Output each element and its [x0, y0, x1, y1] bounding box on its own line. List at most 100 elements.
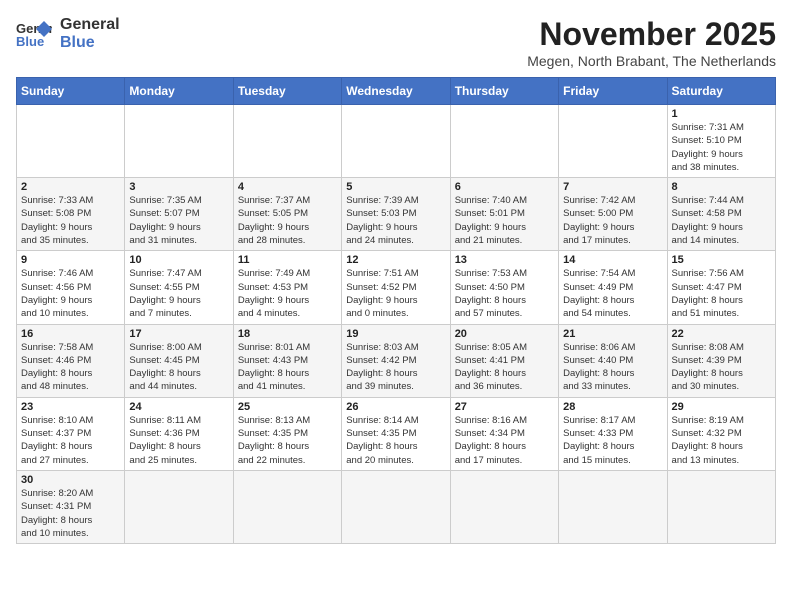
day-info: Sunrise: 7:54 AM Sunset: 4:49 PM Dayligh…	[563, 267, 662, 320]
calendar-week-1: 1Sunrise: 7:31 AM Sunset: 5:10 PM Daylig…	[17, 105, 776, 178]
day-info: Sunrise: 8:01 AM Sunset: 4:43 PM Dayligh…	[238, 341, 337, 394]
calendar-cell	[342, 470, 450, 543]
day-number: 28	[563, 401, 662, 413]
day-number: 8	[672, 181, 771, 193]
calendar-cell: 26Sunrise: 8:14 AM Sunset: 4:35 PM Dayli…	[342, 397, 450, 470]
calendar-cell: 18Sunrise: 8:01 AM Sunset: 4:43 PM Dayli…	[233, 324, 341, 397]
title-block: November 2025 Megen, North Brabant, The …	[527, 16, 776, 69]
calendar-cell: 12Sunrise: 7:51 AM Sunset: 4:52 PM Dayli…	[342, 251, 450, 324]
calendar-cell: 23Sunrise: 8:10 AM Sunset: 4:37 PM Dayli…	[17, 397, 125, 470]
day-info: Sunrise: 7:47 AM Sunset: 4:55 PM Dayligh…	[129, 267, 228, 320]
calendar-cell: 11Sunrise: 7:49 AM Sunset: 4:53 PM Dayli…	[233, 251, 341, 324]
day-number: 2	[21, 181, 120, 193]
weekday-header-monday: Monday	[125, 78, 233, 105]
weekday-header-tuesday: Tuesday	[233, 78, 341, 105]
svg-text:Blue: Blue	[16, 34, 44, 49]
day-info: Sunrise: 8:17 AM Sunset: 4:33 PM Dayligh…	[563, 414, 662, 467]
calendar-cell: 24Sunrise: 8:11 AM Sunset: 4:36 PM Dayli…	[125, 397, 233, 470]
calendar-cell	[233, 470, 341, 543]
day-number: 25	[238, 401, 337, 413]
calendar-cell	[125, 470, 233, 543]
calendar-cell: 25Sunrise: 8:13 AM Sunset: 4:35 PM Dayli…	[233, 397, 341, 470]
logo-blue-text: Blue	[60, 34, 120, 52]
calendar-cell: 21Sunrise: 8:06 AM Sunset: 4:40 PM Dayli…	[559, 324, 667, 397]
day-info: Sunrise: 7:49 AM Sunset: 4:53 PM Dayligh…	[238, 267, 337, 320]
day-info: Sunrise: 7:51 AM Sunset: 4:52 PM Dayligh…	[346, 267, 445, 320]
calendar-cell	[125, 105, 233, 178]
calendar-table: SundayMondayTuesdayWednesdayThursdayFrid…	[16, 77, 776, 544]
day-number: 29	[672, 401, 771, 413]
calendar-cell: 9Sunrise: 7:46 AM Sunset: 4:56 PM Daylig…	[17, 251, 125, 324]
calendar-cell: 19Sunrise: 8:03 AM Sunset: 4:42 PM Dayli…	[342, 324, 450, 397]
calendar-cell: 17Sunrise: 8:00 AM Sunset: 4:45 PM Dayli…	[125, 324, 233, 397]
calendar-cell: 13Sunrise: 7:53 AM Sunset: 4:50 PM Dayli…	[450, 251, 558, 324]
day-info: Sunrise: 7:58 AM Sunset: 4:46 PM Dayligh…	[21, 341, 120, 394]
calendar-cell: 29Sunrise: 8:19 AM Sunset: 4:32 PM Dayli…	[667, 397, 775, 470]
subtitle: Megen, North Brabant, The Netherlands	[527, 53, 776, 69]
month-title: November 2025	[527, 16, 776, 53]
calendar-cell: 4Sunrise: 7:37 AM Sunset: 5:05 PM Daylig…	[233, 178, 341, 251]
calendar-cell: 20Sunrise: 8:05 AM Sunset: 4:41 PM Dayli…	[450, 324, 558, 397]
day-info: Sunrise: 8:11 AM Sunset: 4:36 PM Dayligh…	[129, 414, 228, 467]
day-info: Sunrise: 7:35 AM Sunset: 5:07 PM Dayligh…	[129, 194, 228, 247]
page-header: General Blue General Blue November 2025 …	[16, 16, 776, 69]
day-number: 12	[346, 254, 445, 266]
day-info: Sunrise: 7:44 AM Sunset: 4:58 PM Dayligh…	[672, 194, 771, 247]
day-number: 1	[672, 108, 771, 120]
day-number: 27	[455, 401, 554, 413]
day-info: Sunrise: 7:39 AM Sunset: 5:03 PM Dayligh…	[346, 194, 445, 247]
day-info: Sunrise: 8:14 AM Sunset: 4:35 PM Dayligh…	[346, 414, 445, 467]
day-number: 5	[346, 181, 445, 193]
day-number: 13	[455, 254, 554, 266]
day-info: Sunrise: 8:13 AM Sunset: 4:35 PM Dayligh…	[238, 414, 337, 467]
calendar-cell	[17, 105, 125, 178]
day-number: 21	[563, 328, 662, 340]
calendar-cell: 2Sunrise: 7:33 AM Sunset: 5:08 PM Daylig…	[17, 178, 125, 251]
day-info: Sunrise: 8:08 AM Sunset: 4:39 PM Dayligh…	[672, 341, 771, 394]
calendar-cell: 1Sunrise: 7:31 AM Sunset: 5:10 PM Daylig…	[667, 105, 775, 178]
day-number: 17	[129, 328, 228, 340]
day-number: 23	[21, 401, 120, 413]
day-info: Sunrise: 7:46 AM Sunset: 4:56 PM Dayligh…	[21, 267, 120, 320]
weekday-header-sunday: Sunday	[17, 78, 125, 105]
calendar-cell	[559, 470, 667, 543]
day-number: 4	[238, 181, 337, 193]
day-info: Sunrise: 8:10 AM Sunset: 4:37 PM Dayligh…	[21, 414, 120, 467]
weekday-header-friday: Friday	[559, 78, 667, 105]
calendar-cell	[450, 105, 558, 178]
logo-icon: General Blue	[16, 19, 52, 49]
calendar-cell: 14Sunrise: 7:54 AM Sunset: 4:49 PM Dayli…	[559, 251, 667, 324]
calendar-cell	[233, 105, 341, 178]
calendar-cell: 5Sunrise: 7:39 AM Sunset: 5:03 PM Daylig…	[342, 178, 450, 251]
calendar-cell: 8Sunrise: 7:44 AM Sunset: 4:58 PM Daylig…	[667, 178, 775, 251]
day-info: Sunrise: 8:19 AM Sunset: 4:32 PM Dayligh…	[672, 414, 771, 467]
day-info: Sunrise: 7:31 AM Sunset: 5:10 PM Dayligh…	[672, 121, 771, 174]
day-info: Sunrise: 8:16 AM Sunset: 4:34 PM Dayligh…	[455, 414, 554, 467]
day-number: 7	[563, 181, 662, 193]
day-number: 3	[129, 181, 228, 193]
calendar-header: SundayMondayTuesdayWednesdayThursdayFrid…	[17, 78, 776, 105]
calendar-cell	[667, 470, 775, 543]
day-number: 20	[455, 328, 554, 340]
day-number: 18	[238, 328, 337, 340]
weekday-header-thursday: Thursday	[450, 78, 558, 105]
day-info: Sunrise: 8:20 AM Sunset: 4:31 PM Dayligh…	[21, 487, 120, 540]
calendar-week-6: 30Sunrise: 8:20 AM Sunset: 4:31 PM Dayli…	[17, 470, 776, 543]
calendar-cell: 22Sunrise: 8:08 AM Sunset: 4:39 PM Dayli…	[667, 324, 775, 397]
day-info: Sunrise: 7:37 AM Sunset: 5:05 PM Dayligh…	[238, 194, 337, 247]
day-info: Sunrise: 7:56 AM Sunset: 4:47 PM Dayligh…	[672, 267, 771, 320]
day-number: 11	[238, 254, 337, 266]
calendar-cell: 6Sunrise: 7:40 AM Sunset: 5:01 PM Daylig…	[450, 178, 558, 251]
calendar-cell	[342, 105, 450, 178]
logo: General Blue General Blue	[16, 16, 120, 51]
day-info: Sunrise: 8:03 AM Sunset: 4:42 PM Dayligh…	[346, 341, 445, 394]
logo-general-text: General	[60, 16, 120, 34]
day-info: Sunrise: 8:00 AM Sunset: 4:45 PM Dayligh…	[129, 341, 228, 394]
calendar-cell: 3Sunrise: 7:35 AM Sunset: 5:07 PM Daylig…	[125, 178, 233, 251]
day-info: Sunrise: 7:33 AM Sunset: 5:08 PM Dayligh…	[21, 194, 120, 247]
calendar-week-4: 16Sunrise: 7:58 AM Sunset: 4:46 PM Dayli…	[17, 324, 776, 397]
calendar-cell: 30Sunrise: 8:20 AM Sunset: 4:31 PM Dayli…	[17, 470, 125, 543]
day-info: Sunrise: 7:42 AM Sunset: 5:00 PM Dayligh…	[563, 194, 662, 247]
calendar-cell	[450, 470, 558, 543]
day-number: 26	[346, 401, 445, 413]
